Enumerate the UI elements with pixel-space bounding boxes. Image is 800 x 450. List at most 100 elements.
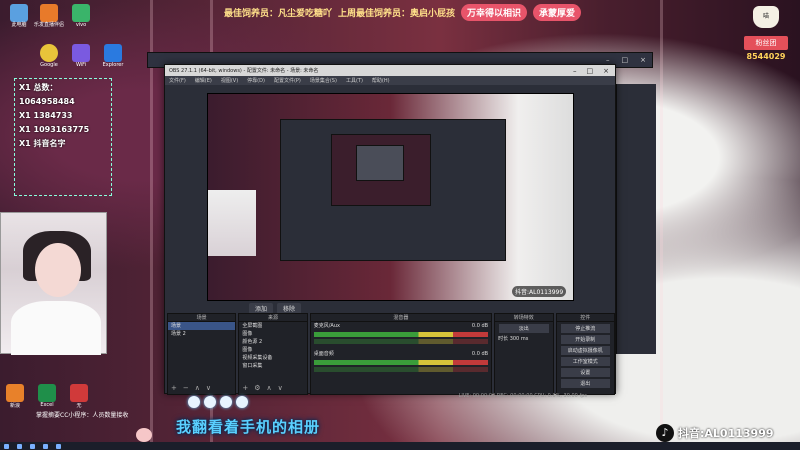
- app-icon: [70, 384, 88, 402]
- obs-titlebar: OBS 27.1.1 (64-bit, windows) - 配置文件: 未命名…: [165, 65, 615, 76]
- webcam-feed: [0, 212, 107, 355]
- volume-meter: [313, 360, 489, 365]
- menu-file[interactable]: 文件(F): [169, 77, 186, 84]
- preview-id-label: 抖音:AL0113999: [512, 286, 567, 297]
- down-icon[interactable]: ∨: [206, 384, 211, 392]
- sources-panel: 来源 全屏截图 图像 颜色源 2 图像 视频采集设备 窗口采集 + ⚙ ∧ ∨: [238, 313, 308, 395]
- add-icon[interactable]: +: [242, 384, 248, 392]
- desktop-icon[interactable]: Google: [34, 44, 64, 69]
- desktop-icon[interactable]: 乐发直播伴侣: [34, 4, 64, 29]
- start-icon[interactable]: [4, 443, 9, 449]
- desktop-icon[interactable]: Excel: [36, 384, 58, 408]
- cat-logo-icon: 喵: [753, 6, 779, 28]
- tiktok-logo-icon: ♪: [656, 424, 674, 442]
- obs-menubar: 文件(F) 编辑(E) 视图(V) 停靠(D) 配置文件(P) 场景集合(S) …: [165, 76, 615, 85]
- menu-view[interactable]: 视图(V): [221, 77, 238, 84]
- obs-window: OBS 27.1.1 (64-bit, windows) - 配置文件: 未命名…: [164, 64, 617, 399]
- app-icon[interactable]: [43, 443, 48, 449]
- explorer-icon: [104, 44, 122, 62]
- app-icon: [72, 4, 90, 22]
- settings-button[interactable]: 设置: [560, 368, 611, 377]
- obs-preview[interactable]: 抖音:AL0113999: [207, 93, 574, 301]
- minimize-icon[interactable]: –: [573, 67, 577, 75]
- up-icon[interactable]: ∧: [267, 384, 272, 392]
- app-icon[interactable]: [56, 443, 61, 449]
- fan-club-tag[interactable]: 粉丝团: [744, 36, 788, 50]
- app-icon: [40, 4, 58, 22]
- exit-button[interactable]: 退出: [560, 379, 611, 388]
- source-item[interactable]: 图像: [239, 346, 306, 354]
- lyric-dots: [188, 396, 248, 408]
- scene-item[interactable]: 场景 2: [168, 330, 235, 338]
- desktop-icon[interactable]: vivo: [66, 4, 96, 29]
- source-item[interactable]: 全屏截图: [239, 322, 306, 330]
- close-icon[interactable]: ×: [603, 67, 609, 75]
- transitions-panel: 转场特效 淡出 时长 300 ms: [494, 313, 554, 395]
- desktop-icon[interactable]: 无: [68, 384, 90, 409]
- banner-pill: 承蒙厚爱: [533, 4, 582, 21]
- banner-pill: 万幸得以相识: [461, 4, 528, 21]
- desktop-icon[interactable]: WiFi: [66, 44, 96, 69]
- taskbar: [0, 442, 800, 450]
- source-item[interactable]: 窗口采集: [239, 362, 306, 370]
- scene-item[interactable]: 场景: [168, 322, 236, 330]
- desktop-icon[interactable]: 此电脑: [4, 4, 34, 29]
- minimize-icon[interactable]: –: [606, 56, 610, 64]
- desktop-icon[interactable]: 新浪: [4, 384, 26, 409]
- mixer-track-name: 桌面音频: [313, 351, 334, 357]
- close-icon[interactable]: ×: [640, 56, 646, 64]
- top-banner: 最佳饲养员：凡尘爱吃糖吖 上周最佳饲养员：奥启小屁孩 万幸得以相识 承蒙厚爱: [224, 4, 582, 21]
- start-recording-button[interactable]: 开始录制: [560, 335, 611, 344]
- menu-dock[interactable]: 停靠(D): [247, 77, 265, 84]
- mixer-level: 0.0 dB: [471, 323, 489, 329]
- preview-webcam: [208, 190, 256, 256]
- menu-tools[interactable]: 工具(T): [346, 77, 363, 84]
- menu-edit[interactable]: 编辑(E): [195, 77, 212, 84]
- desktop-icon[interactable]: Explorer: [98, 44, 128, 69]
- mushroom-icon: [136, 428, 152, 442]
- chrome-icon: [40, 44, 58, 62]
- mixer-track-name: 麦克风/Aux: [313, 323, 340, 329]
- stop-streaming-button[interactable]: 停止推流: [560, 324, 611, 333]
- tiktok-watermark: ♪ 抖音:AL0113999: [656, 424, 774, 442]
- add-icon[interactable]: +: [171, 384, 177, 392]
- banner-item: 最佳饲养员：凡尘爱吃糖吖: [224, 9, 333, 19]
- lyric-line: 我翻看着手机的相册: [176, 418, 321, 436]
- audio-mixer-panel: 混音器 麦克风/Aux 0.0 dB 桌面音频 0.0 dB: [309, 313, 493, 395]
- source-item[interactable]: 视频采集设备: [239, 354, 306, 362]
- excel-icon: [38, 384, 56, 402]
- banner-item: 上周最佳饲养员：奥启小屁孩: [338, 9, 456, 19]
- menu-scene-collection[interactable]: 场景集合(S): [310, 77, 337, 84]
- channel-badge: 喵 粉丝团 8544029: [744, 6, 788, 61]
- tiktok-id: 抖音:AL0113999: [678, 427, 774, 440]
- transition-select[interactable]: 淡出: [499, 324, 549, 333]
- volume-slider[interactable]: [313, 339, 489, 344]
- gift-overlay: X1 总数：1064958484 X1 1384733 X1 109316377…: [14, 78, 112, 196]
- studio-mode-button[interactable]: 工作室模式: [560, 357, 611, 366]
- search-icon[interactable]: [17, 443, 22, 449]
- maximize-icon[interactable]: □: [587, 67, 594, 75]
- computer-icon: [10, 4, 28, 22]
- virtual-camera-button[interactable]: 启动虚拟摄像机: [560, 346, 611, 355]
- nested-preview: [280, 119, 506, 261]
- controls-panel: 控件 停止推流 开始录制 启动虚拟摄像机 工作室模式 设置 退出: [555, 313, 616, 395]
- up-icon[interactable]: ∧: [195, 384, 200, 392]
- duration-field[interactable]: 300 ms: [510, 336, 529, 342]
- overlay-note: 掌握摘要CC小程序：人员数量接收: [36, 412, 129, 419]
- taskview-icon[interactable]: [30, 443, 35, 449]
- source-item[interactable]: 图像: [239, 330, 306, 338]
- side-window: [616, 84, 656, 354]
- curtain-line: [660, 0, 663, 450]
- remove-icon[interactable]: −: [183, 384, 189, 392]
- wifi-icon: [72, 44, 90, 62]
- menu-help[interactable]: 帮助(H): [372, 77, 390, 84]
- maximize-icon[interactable]: □: [622, 56, 629, 64]
- app-icon: [6, 384, 24, 402]
- gear-icon[interactable]: ⚙: [254, 384, 260, 392]
- down-icon[interactable]: ∨: [278, 384, 283, 392]
- source-item[interactable]: 颜色源 2: [239, 338, 306, 346]
- mixer-level: 0.0 dB: [471, 351, 489, 357]
- obs-dock-panels: 场景 场景 场景 2 + − ∧ ∨ 来源 全屏截图 图像 颜色源 2 图像 视频采集…: [165, 313, 617, 395]
- menu-profile[interactable]: 配置文件(P): [274, 77, 301, 84]
- volume-slider[interactable]: [313, 367, 489, 372]
